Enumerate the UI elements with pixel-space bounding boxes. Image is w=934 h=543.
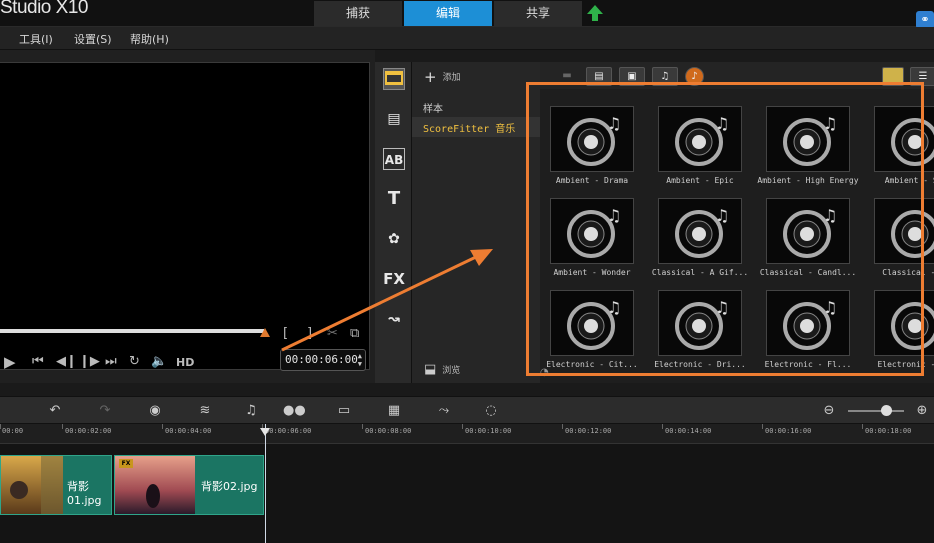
mark-out-button[interactable]: ] <box>307 326 312 342</box>
previous-frame-icon[interactable]: ◀❙ <box>56 354 77 370</box>
menu-settings[interactable]: 设置(S) <box>74 31 112 47</box>
clip-2[interactable]: FX 背影02.jpg <box>114 455 264 515</box>
playhead-handle[interactable] <box>260 428 270 436</box>
play-icon[interactable]: ▶ <box>4 354 16 370</box>
volume-icon[interactable]: 🔈 <box>151 354 167 370</box>
ruler-label: 00:00:06:00 <box>265 427 312 435</box>
upload-icon[interactable] <box>585 4 605 22</box>
motion-tracking-icon[interactable]: ●● <box>283 402 306 420</box>
speed-icon[interactable]: ⤳ <box>433 402 455 420</box>
browse-label: 浏览 <box>442 366 461 376</box>
media-icon[interactable] <box>383 68 405 90</box>
clip-2-label: 背影02.jpg <box>201 480 258 493</box>
ruler-tick <box>362 424 363 429</box>
fx-badge: FX <box>119 459 133 468</box>
zoom-in-icon[interactable]: ⊕ <box>911 402 933 420</box>
app-title: Studio X10 <box>0 0 88 18</box>
scrub-handle[interactable] <box>260 328 270 337</box>
ruler-tick <box>762 424 763 429</box>
ruler-tick <box>162 424 163 429</box>
library-folder-panel: + 添加 样本 ScoreFitter 音乐 ⬓ 浏览 <box>412 62 540 383</box>
video-track: 背影01.jpg FX 背影02.jpg <box>0 444 934 543</box>
undo-icon[interactable]: ↶ <box>44 402 66 420</box>
path-loop-icon[interactable]: ◌ <box>480 402 502 420</box>
clip-1[interactable]: 背影01.jpg <box>0 455 112 515</box>
ruler-tick <box>562 424 563 429</box>
clip-1-thumbnail <box>1 456 63 514</box>
transition-icon[interactable]: AB <box>383 148 405 170</box>
ruler-label: 00:00:14:00 <box>665 427 712 435</box>
end-icon[interactable]: ⏭ <box>105 354 117 370</box>
add-label: 添加 <box>442 73 461 83</box>
redo-icon[interactable]: ↷ <box>94 402 116 420</box>
ruler-label: 00:00:12:00 <box>565 427 612 435</box>
tab-capture[interactable]: 捕获 <box>314 1 402 26</box>
zoom-slider[interactable] <box>848 410 904 412</box>
ruler-label: 00:00:08:00 <box>365 427 412 435</box>
zoom-out-icon[interactable]: ⊖ <box>818 402 840 420</box>
tab-share[interactable]: 共享 <box>494 1 582 26</box>
menu-help[interactable]: 帮助(H) <box>130 31 169 47</box>
menu-tools[interactable]: 工具(I) <box>19 31 53 47</box>
library-toolbar: ▤ AB T ✿ FX ↝ <box>375 62 412 383</box>
timecode-value: 00:00:06:00 <box>285 353 358 366</box>
path-icon[interactable]: ↝ <box>383 308 405 330</box>
scrub-bar[interactable] <box>0 329 264 333</box>
add-folder-button[interactable]: + 添加 <box>424 68 461 86</box>
ruler-label: 00:00:04:00 <box>165 427 212 435</box>
multi-trim-icon[interactable]: ▦ <box>383 402 405 420</box>
graphic-icon[interactable]: ✿ <box>383 228 405 250</box>
browse-button[interactable]: ⬓ 浏览 <box>424 362 460 377</box>
ruler-tick <box>462 424 463 429</box>
hd-button[interactable]: HD <box>176 355 194 371</box>
clip-1-label: 背影01.jpg <box>67 480 102 507</box>
title-bar: Studio X10 捕获 编辑 共享 ⚭ <box>0 0 934 29</box>
zoom-slider-knob[interactable] <box>881 405 892 416</box>
record-capture-icon[interactable]: ◉ <box>144 402 166 420</box>
repeat-icon[interactable]: ↻ <box>129 354 140 370</box>
ruler-tick <box>0 424 1 429</box>
playhead[interactable] <box>265 424 266 543</box>
highlight-box <box>526 82 924 376</box>
timeline-ruler[interactable]: 00:00 00:00:02:00 00:00:04:00 00:00:06:00 00… <box>0 424 934 444</box>
ruler-label: 00:00:10:00 <box>465 427 512 435</box>
ruler-label: 00:00:02:00 <box>65 427 112 435</box>
instant-project-icon[interactable]: ▤ <box>383 108 405 130</box>
menu-bar: 工具(I) 设置(S) 帮助(H) <box>0 27 934 50</box>
ruler-tick <box>62 424 63 429</box>
home-icon[interactable]: ⏮ <box>32 354 44 370</box>
ruler-label: 00:00:18:00 <box>865 427 912 435</box>
ruler-label: 00:00 <box>2 427 24 435</box>
next-frame-icon[interactable]: ❙▶ <box>79 354 100 370</box>
ruler-label: 00:00:16:00 <box>765 427 812 435</box>
preview-screen <box>0 62 370 370</box>
timecode-spinner-icon[interactable]: ▲ ▼ <box>358 352 362 368</box>
sound-mixer-icon[interactable]: ≋ <box>194 402 216 420</box>
plus-icon: + <box>424 68 437 86</box>
filter-icon[interactable]: FX <box>383 268 405 290</box>
mark-in-button[interactable]: [ <box>283 326 288 342</box>
folder-samples[interactable]: 样本 <box>412 97 540 117</box>
browse-icon: ⬓ <box>424 362 437 377</box>
timecode-field[interactable]: 00:00:06:00 ▲ ▼ <box>280 349 366 371</box>
timeline-toolbar: ↶ ↷ ◉ ≋ ♫ ●● ▭ ▦ ⤳ ◌ ⊖ ⊕ <box>0 396 934 424</box>
subtitle-editor-icon[interactable]: ▭ <box>333 402 355 420</box>
title-icon[interactable]: T <box>383 188 405 210</box>
folder-scorefitter[interactable]: ScoreFitter 音乐 <box>412 117 540 137</box>
ruler-tick <box>862 424 863 429</box>
player-panel: [ ] ✂ ⧉ ▶ ⏮ ◀❙ ❙▶ ⏭ ↻ 🔈 HD 00:00:06:00 ▲… <box>0 50 375 383</box>
ruler-tick <box>662 424 663 429</box>
tab-edit[interactable]: 编辑 <box>404 1 492 26</box>
copy-icon[interactable]: ⧉ <box>350 326 359 342</box>
auto-music-icon[interactable]: ♫ <box>240 402 262 420</box>
app-window: Studio X10 捕获 编辑 共享 ⚭ 工具(I) 设置(S) 帮助(H) … <box>0 0 934 543</box>
split-icon[interactable]: ✂ <box>327 326 338 342</box>
